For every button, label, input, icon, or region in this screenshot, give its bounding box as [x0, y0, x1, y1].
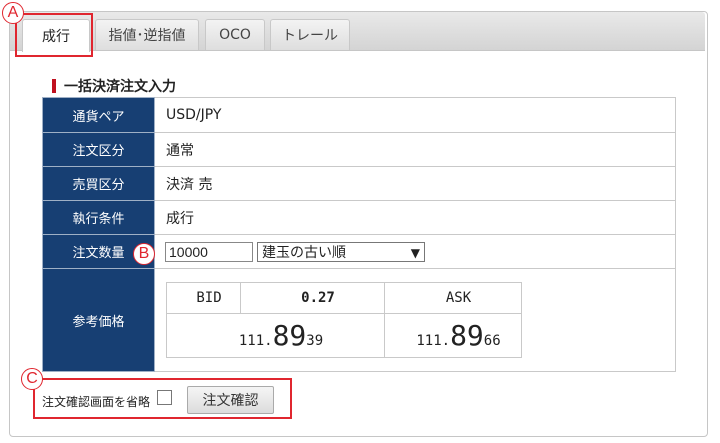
label-execution: 執行条件 [42, 200, 155, 235]
bid-price-big: 89 [272, 319, 307, 352]
title-bar-mark [52, 79, 56, 93]
tab-trail[interactable]: トレール [270, 19, 350, 50]
section-title: 一括決済注文入力 [52, 76, 176, 96]
label-trade-type: 売買区分 [42, 166, 155, 201]
tab-limit-stop[interactable]: 指値･逆指値 [95, 19, 199, 50]
row-execution: 執行条件 成行 [42, 200, 676, 235]
spread-value: 0.27 [240, 282, 385, 314]
bid-label: BID [166, 282, 241, 314]
value-currency-pair: USD/JPY [154, 97, 676, 133]
label-reference-price: 参考価格 [42, 268, 155, 372]
value-order-type: 通常 [154, 132, 676, 167]
annotation-c-marker: C [21, 368, 43, 390]
reference-price-cell: BID 0.27 ASK 111.8939 111.8966 [154, 268, 676, 372]
skip-confirm-label: 注文確認画面を省略 [42, 395, 151, 409]
row-trade-type: 売買区分 決済 売 [42, 166, 676, 201]
bid-price-prefix: 111. [238, 333, 273, 349]
label-currency-pair: 通貨ペア [42, 97, 155, 133]
label-order-type: 注文区分 [42, 132, 155, 167]
annotation-a-box [15, 13, 93, 57]
settlement-order-value: 建玉の古い順 [262, 244, 346, 261]
annotation-a-marker: A [2, 2, 24, 24]
chevron-down-icon: ▼ [410, 245, 420, 260]
settlement-order-select[interactable]: 建玉の古い順 ▼ [257, 241, 425, 262]
confirm-order-button[interactable]: 注文確認 [187, 386, 274, 414]
quantity-cell: 10000 建玉の古い順 ▼ [154, 234, 676, 269]
ask-price-big: 89 [450, 319, 484, 352]
annotation-b-marker: B [133, 243, 155, 265]
order-form-table: 通貨ペア USD/JPY 注文区分 通常 売買区分 決済 売 執行条件 成行 注… [42, 97, 676, 372]
bid-price[interactable]: 111.8939 [166, 313, 385, 358]
ask-price[interactable]: 111.8966 [384, 313, 522, 358]
row-order-type: 注文区分 通常 [42, 132, 676, 167]
ask-price-small: 66 [483, 333, 501, 349]
quantity-input[interactable]: 10000 [165, 241, 253, 262]
skip-confirm-checkbox[interactable] [157, 390, 172, 405]
price-board: BID 0.27 ASK 111.8939 111.8966 [166, 282, 522, 358]
value-execution: 成行 [154, 200, 676, 235]
value-trade-type: 決済 売 [154, 166, 676, 201]
tab-oco[interactable]: OCO [205, 19, 265, 50]
section-title-text: 一括決済注文入力 [64, 79, 176, 95]
row-reference-price: 参考価格 BID 0.27 ASK 111.8939 111.8966 [42, 268, 676, 372]
row-currency-pair: 通貨ペア USD/JPY [42, 97, 676, 133]
bid-price-small: 39 [306, 333, 324, 349]
ask-price-prefix: 111. [416, 333, 451, 349]
ask-label: ASK [384, 282, 522, 314]
